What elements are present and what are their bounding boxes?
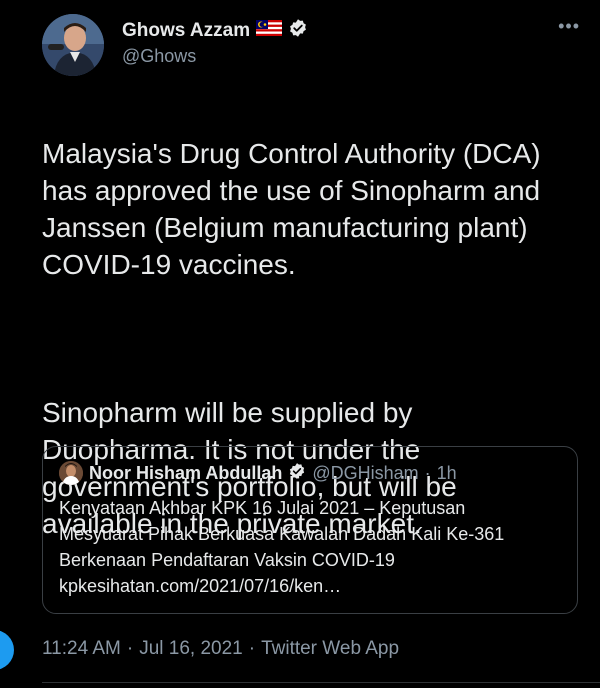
quoted-tweet-card[interactable]: Noor Hisham Abdullah @DGHisham · 1h Keny… [42,446,578,614]
quoted-tweet-text: Kenyataan Akhbar KPK 16 Julai 2021 – Kep… [59,495,561,599]
tweet-source[interactable]: Twitter Web App [261,638,399,659]
quoted-text-line: Kenyataan Akhbar KPK 16 Julai 2021 – Kep… [59,498,466,518]
author-handle[interactable]: @Ghows [122,46,196,67]
compose-button[interactable] [0,630,14,670]
divider [42,682,600,683]
quoted-author-avatar [59,461,83,485]
quoted-author-handle: @DGHisham [312,462,419,483]
footer-separator: · [126,638,134,659]
quoted-timestamp: 1h [436,462,457,483]
tweet-time[interactable]: 11:24 AM [42,638,121,659]
tweet-header: Ghows Azzam @Ghows ••• [42,14,582,78]
tweet-paragraph-1: Malaysia's Drug Control Authority (DCA) … [42,138,541,280]
quoted-text-line: Berkenaan Pendaftaran Vaksin COVID-19 [59,550,395,570]
author-display-name[interactable]: Ghows Azzam [122,20,250,42]
quoted-text-line: Mesyuarat Pihak Berkuasa Kawalan Dadah K… [59,524,505,544]
quoted-author-name: Noor Hisham Abdullah [89,462,283,483]
quoted-meta-separator: · [424,462,431,483]
author-avatar-image [42,14,104,76]
verified-badge-icon [288,18,308,43]
quoted-link: kpkesihatan.com/2021/07/16/ken… [59,576,342,596]
tweet-footer: 11:24 AM · Jul 16, 2021 · Twitter Web App [42,638,405,660]
author-name-row: Ghows Azzam [122,18,308,43]
tweet: Ghows Azzam @Ghows ••• Malaysia's Drug C… [0,0,600,688]
quoted-tweet-header: Noor Hisham Abdullah @DGHisham · 1h [59,461,561,485]
author-avatar[interactable] [42,14,104,76]
malaysia-flag-icon [256,20,283,41]
tweet-date[interactable]: Jul 16, 2021 [139,638,243,659]
footer-separator: · [248,638,256,659]
more-options-icon[interactable]: ••• [558,16,580,37]
quoted-verified-badge-icon [288,462,306,485]
